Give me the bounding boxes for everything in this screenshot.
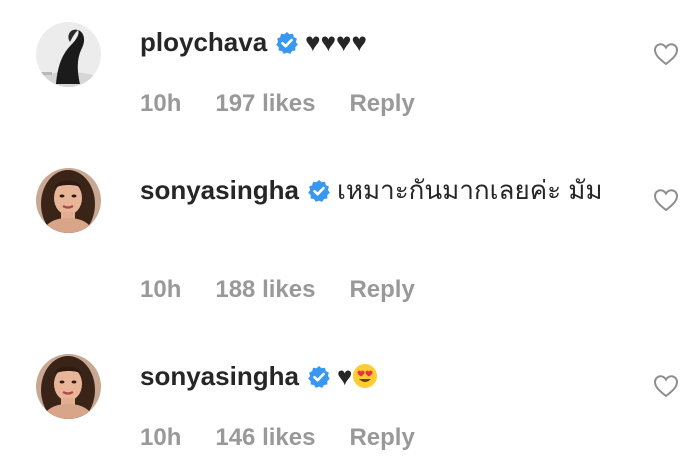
comment-text: เหมาะกันมากเลยค่ะ มัม bbox=[336, 175, 603, 205]
verified-badge-icon bbox=[275, 28, 299, 64]
heart-outline-icon bbox=[653, 189, 679, 212]
reply-button[interactable]: Reply bbox=[349, 90, 414, 117]
comment-likes[interactable]: 197 likes bbox=[215, 90, 315, 117]
heart-outline-icon bbox=[653, 43, 679, 66]
comment-username[interactable]: ploychava bbox=[140, 27, 267, 57]
comment-time[interactable]: 10h bbox=[140, 276, 181, 303]
comment-time[interactable]: 10h bbox=[140, 90, 181, 117]
comment-likes[interactable]: 188 likes bbox=[215, 276, 315, 303]
comment-meta: 10h 146 likes Reply bbox=[140, 424, 449, 452]
comment-username[interactable]: sonyasingha bbox=[140, 175, 299, 205]
comment-username[interactable]: sonyasingha bbox=[140, 361, 299, 391]
comment-body: sonyasingha เหมาะกันมากเลยค่ะ มัม bbox=[140, 172, 640, 212]
avatar[interactable] bbox=[36, 168, 101, 233]
comment-meta: 10h 197 likes Reply bbox=[140, 90, 449, 118]
comment-text: ♥♥♥♥ bbox=[305, 27, 367, 57]
heart-outline-icon bbox=[653, 375, 679, 398]
comment-text: ♥ bbox=[336, 361, 353, 391]
comment-body: sonyasingha ♥ bbox=[140, 358, 640, 398]
verified-badge-icon bbox=[307, 176, 331, 212]
like-button[interactable] bbox=[653, 42, 679, 66]
comment-time[interactable]: 10h bbox=[140, 424, 181, 451]
like-button[interactable] bbox=[653, 188, 679, 212]
verified-badge-icon bbox=[307, 362, 331, 398]
comment-meta: 10h 188 likes Reply bbox=[140, 276, 449, 304]
like-button[interactable] bbox=[653, 374, 679, 398]
avatar[interactable] bbox=[36, 22, 101, 87]
reply-button[interactable]: Reply bbox=[349, 424, 414, 451]
comment-body: ploychava ♥♥♥♥ bbox=[140, 24, 640, 64]
avatar[interactable] bbox=[36, 354, 101, 419]
comment-likes[interactable]: 146 likes bbox=[215, 424, 315, 451]
reply-button[interactable]: Reply bbox=[349, 276, 414, 303]
heart-eyes-emoji-icon bbox=[352, 362, 378, 398]
